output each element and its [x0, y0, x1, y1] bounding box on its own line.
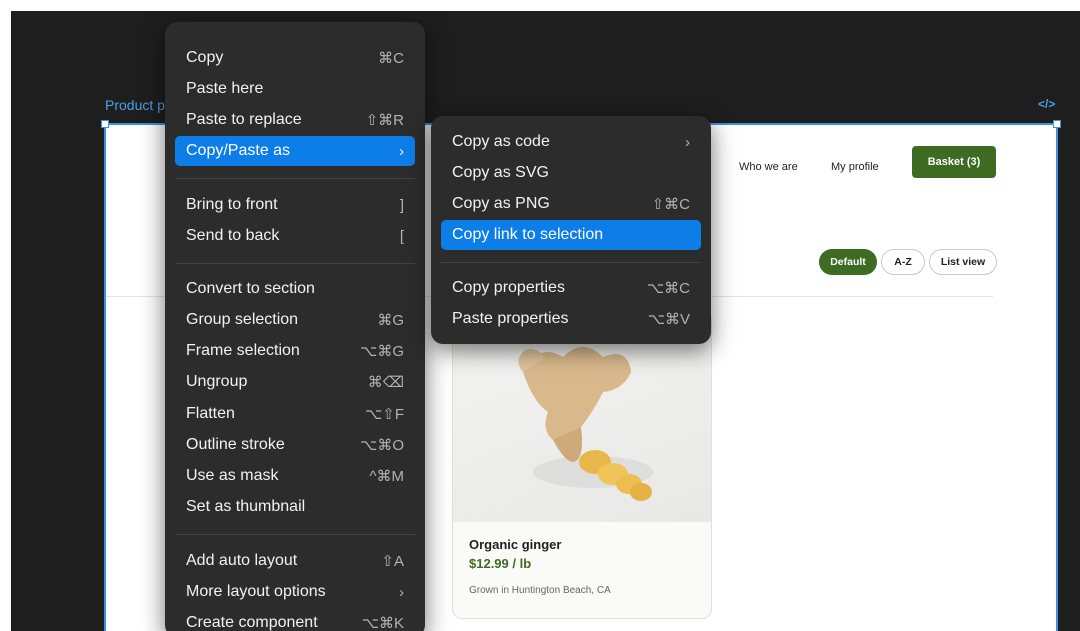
- menu-item-shortcut: ⌥⌘K: [361, 615, 404, 631]
- menu-item-label: Outline stroke: [186, 436, 285, 453]
- menu-item-label: Convert to section: [186, 280, 315, 297]
- resize-handle-top-right[interactable]: [1053, 120, 1061, 128]
- menu-item-use-as-mask[interactable]: Use as mask ^⌘M: [175, 461, 415, 491]
- menu-item-shortcut: ⇧⌘C: [651, 196, 690, 213]
- filter-default[interactable]: Default: [819, 249, 877, 275]
- design-canvas[interactable]: Product p </> Who we are My profile Bask…: [11, 11, 1080, 631]
- menu-item-shortcut: ⇧A: [381, 553, 404, 570]
- menu-item-shortcut: ⌥⌘V: [647, 311, 690, 328]
- menu-item-frame-selection[interactable]: Frame selection ⌥⌘G: [175, 336, 415, 366]
- menu-item-shortcut: ⌥⌘G: [360, 343, 404, 360]
- chevron-right-icon: ›: [399, 583, 404, 601]
- menu-item-shortcut: [: [399, 227, 404, 245]
- menu-separator: [441, 262, 701, 263]
- menu-item-ungroup[interactable]: Ungroup ⌘⌫: [175, 367, 415, 397]
- menu-item-label: Frame selection: [186, 342, 300, 359]
- submenu-item-copy-as-code[interactable]: Copy as code ›: [441, 127, 701, 157]
- submenu-item-copy-link-to-selection[interactable]: Copy link to selection: [441, 220, 701, 250]
- menu-item-label: Add auto layout: [186, 552, 298, 569]
- product-price: $12.99 / lb: [469, 556, 532, 571]
- menu-item-paste-here[interactable]: Paste here: [175, 74, 415, 104]
- menu-item-create-component[interactable]: Create component ⌥⌘K: [175, 608, 415, 631]
- context-menu: Copy ⌘C Paste here Paste to replace ⇧⌘R Co…: [165, 22, 425, 631]
- menu-item-label: Copy as code: [452, 133, 550, 150]
- menu-item-group-selection[interactable]: Group selection ⌘G: [175, 305, 415, 335]
- menu-item-label: Copy link to selection: [452, 226, 604, 243]
- menu-item-convert-to-section[interactable]: Convert to section: [175, 274, 415, 304]
- menu-item-label: Copy as SVG: [452, 164, 549, 181]
- menu-item-shortcut: ]: [399, 196, 404, 214]
- menu-item-outline-stroke[interactable]: Outline stroke ⌥⌘O: [175, 430, 415, 460]
- resize-handle-top-left[interactable]: [101, 120, 109, 128]
- menu-separator: [175, 178, 415, 179]
- chevron-right-icon: ›: [399, 142, 404, 160]
- chevron-right-icon: ›: [685, 133, 690, 151]
- menu-item-label: Copy properties: [452, 279, 565, 296]
- menu-item-label: Copy: [186, 49, 224, 66]
- menu-separator: [175, 263, 415, 264]
- menu-item-label: Ungroup: [186, 373, 248, 390]
- nav-link-my-profile[interactable]: My profile: [831, 161, 879, 173]
- menu-item-label: More layout options: [186, 583, 326, 600]
- menu-item-label: Paste to replace: [186, 111, 302, 128]
- menu-item-label: Flatten: [186, 405, 235, 422]
- menu-item-paste-to-replace[interactable]: Paste to replace ⇧⌘R: [175, 105, 415, 135]
- basket-button[interactable]: Basket (3): [912, 146, 996, 178]
- menu-item-shortcut: ⌘⌫: [367, 374, 404, 391]
- menu-item-label: Copy as PNG: [452, 195, 550, 212]
- menu-item-label: Paste properties: [452, 310, 569, 327]
- submenu-item-copy-as-svg[interactable]: Copy as SVG: [441, 158, 701, 188]
- menu-item-shortcut: ⌘G: [377, 312, 404, 329]
- menu-item-label: Send to back: [186, 227, 280, 244]
- submenu-item-copy-properties[interactable]: Copy properties ⌥⌘C: [441, 273, 701, 303]
- filter-a-z[interactable]: A-Z: [881, 249, 925, 275]
- submenu-item-paste-properties[interactable]: Paste properties ⌥⌘V: [441, 304, 701, 334]
- menu-item-label: Copy/Paste as: [186, 142, 291, 159]
- nav-link-who-we-are[interactable]: Who we are: [739, 161, 798, 173]
- copy-paste-as-submenu: Copy as code › Copy as SVG Copy as PNG ⇧⌘C…: [431, 116, 711, 344]
- menu-item-label: Bring to front: [186, 196, 278, 213]
- menu-item-shortcut: ⌥⇧F: [364, 406, 404, 423]
- submenu-item-copy-as-png[interactable]: Copy as PNG ⇧⌘C: [441, 189, 701, 219]
- menu-item-bring-to-front[interactable]: Bring to front]: [175, 190, 415, 220]
- menu-item-flatten[interactable]: Flatten ⌥⇧F: [175, 399, 415, 429]
- menu-item-shortcut: ⇧⌘R: [365, 112, 404, 129]
- product-card[interactable]: Organic ginger $12.99 / lb Grown in Hunt…: [452, 311, 712, 619]
- menu-item-more-layout-options[interactable]: More layout options ›: [175, 577, 415, 607]
- filter-list-view[interactable]: List view: [929, 249, 997, 275]
- menu-item-shortcut: ^⌘M: [369, 468, 404, 485]
- product-name: Organic ginger: [469, 537, 562, 552]
- menu-separator: [175, 534, 415, 535]
- menu-item-set-as-thumbnail[interactable]: Set as thumbnail: [175, 492, 415, 522]
- menu-item-label: Create component: [186, 614, 318, 631]
- menu-item-label: Use as mask: [186, 467, 279, 484]
- menu-item-add-auto-layout[interactable]: Add auto layout ⇧A: [175, 546, 415, 576]
- menu-item-shortcut: ⌥⌘C: [646, 280, 690, 297]
- product-origin: Grown in Huntington Beach, CA: [469, 585, 611, 596]
- menu-item-label: Group selection: [186, 311, 299, 328]
- menu-item-shortcut: ⌘C: [378, 50, 404, 67]
- menu-item-copy[interactable]: Copy ⌘C: [175, 43, 415, 73]
- menu-item-label: Paste here: [186, 80, 264, 97]
- menu-item-shortcut: ⌥⌘O: [360, 437, 404, 454]
- menu-item-label: Set as thumbnail: [186, 498, 306, 515]
- code-icon[interactable]: </>: [1038, 97, 1055, 111]
- menu-item-send-to-back[interactable]: Send to back [: [175, 221, 415, 251]
- menu-item-copy-paste-as[interactable]: Copy/Paste as ›: [175, 136, 415, 166]
- frame-label[interactable]: Product p: [105, 97, 165, 113]
